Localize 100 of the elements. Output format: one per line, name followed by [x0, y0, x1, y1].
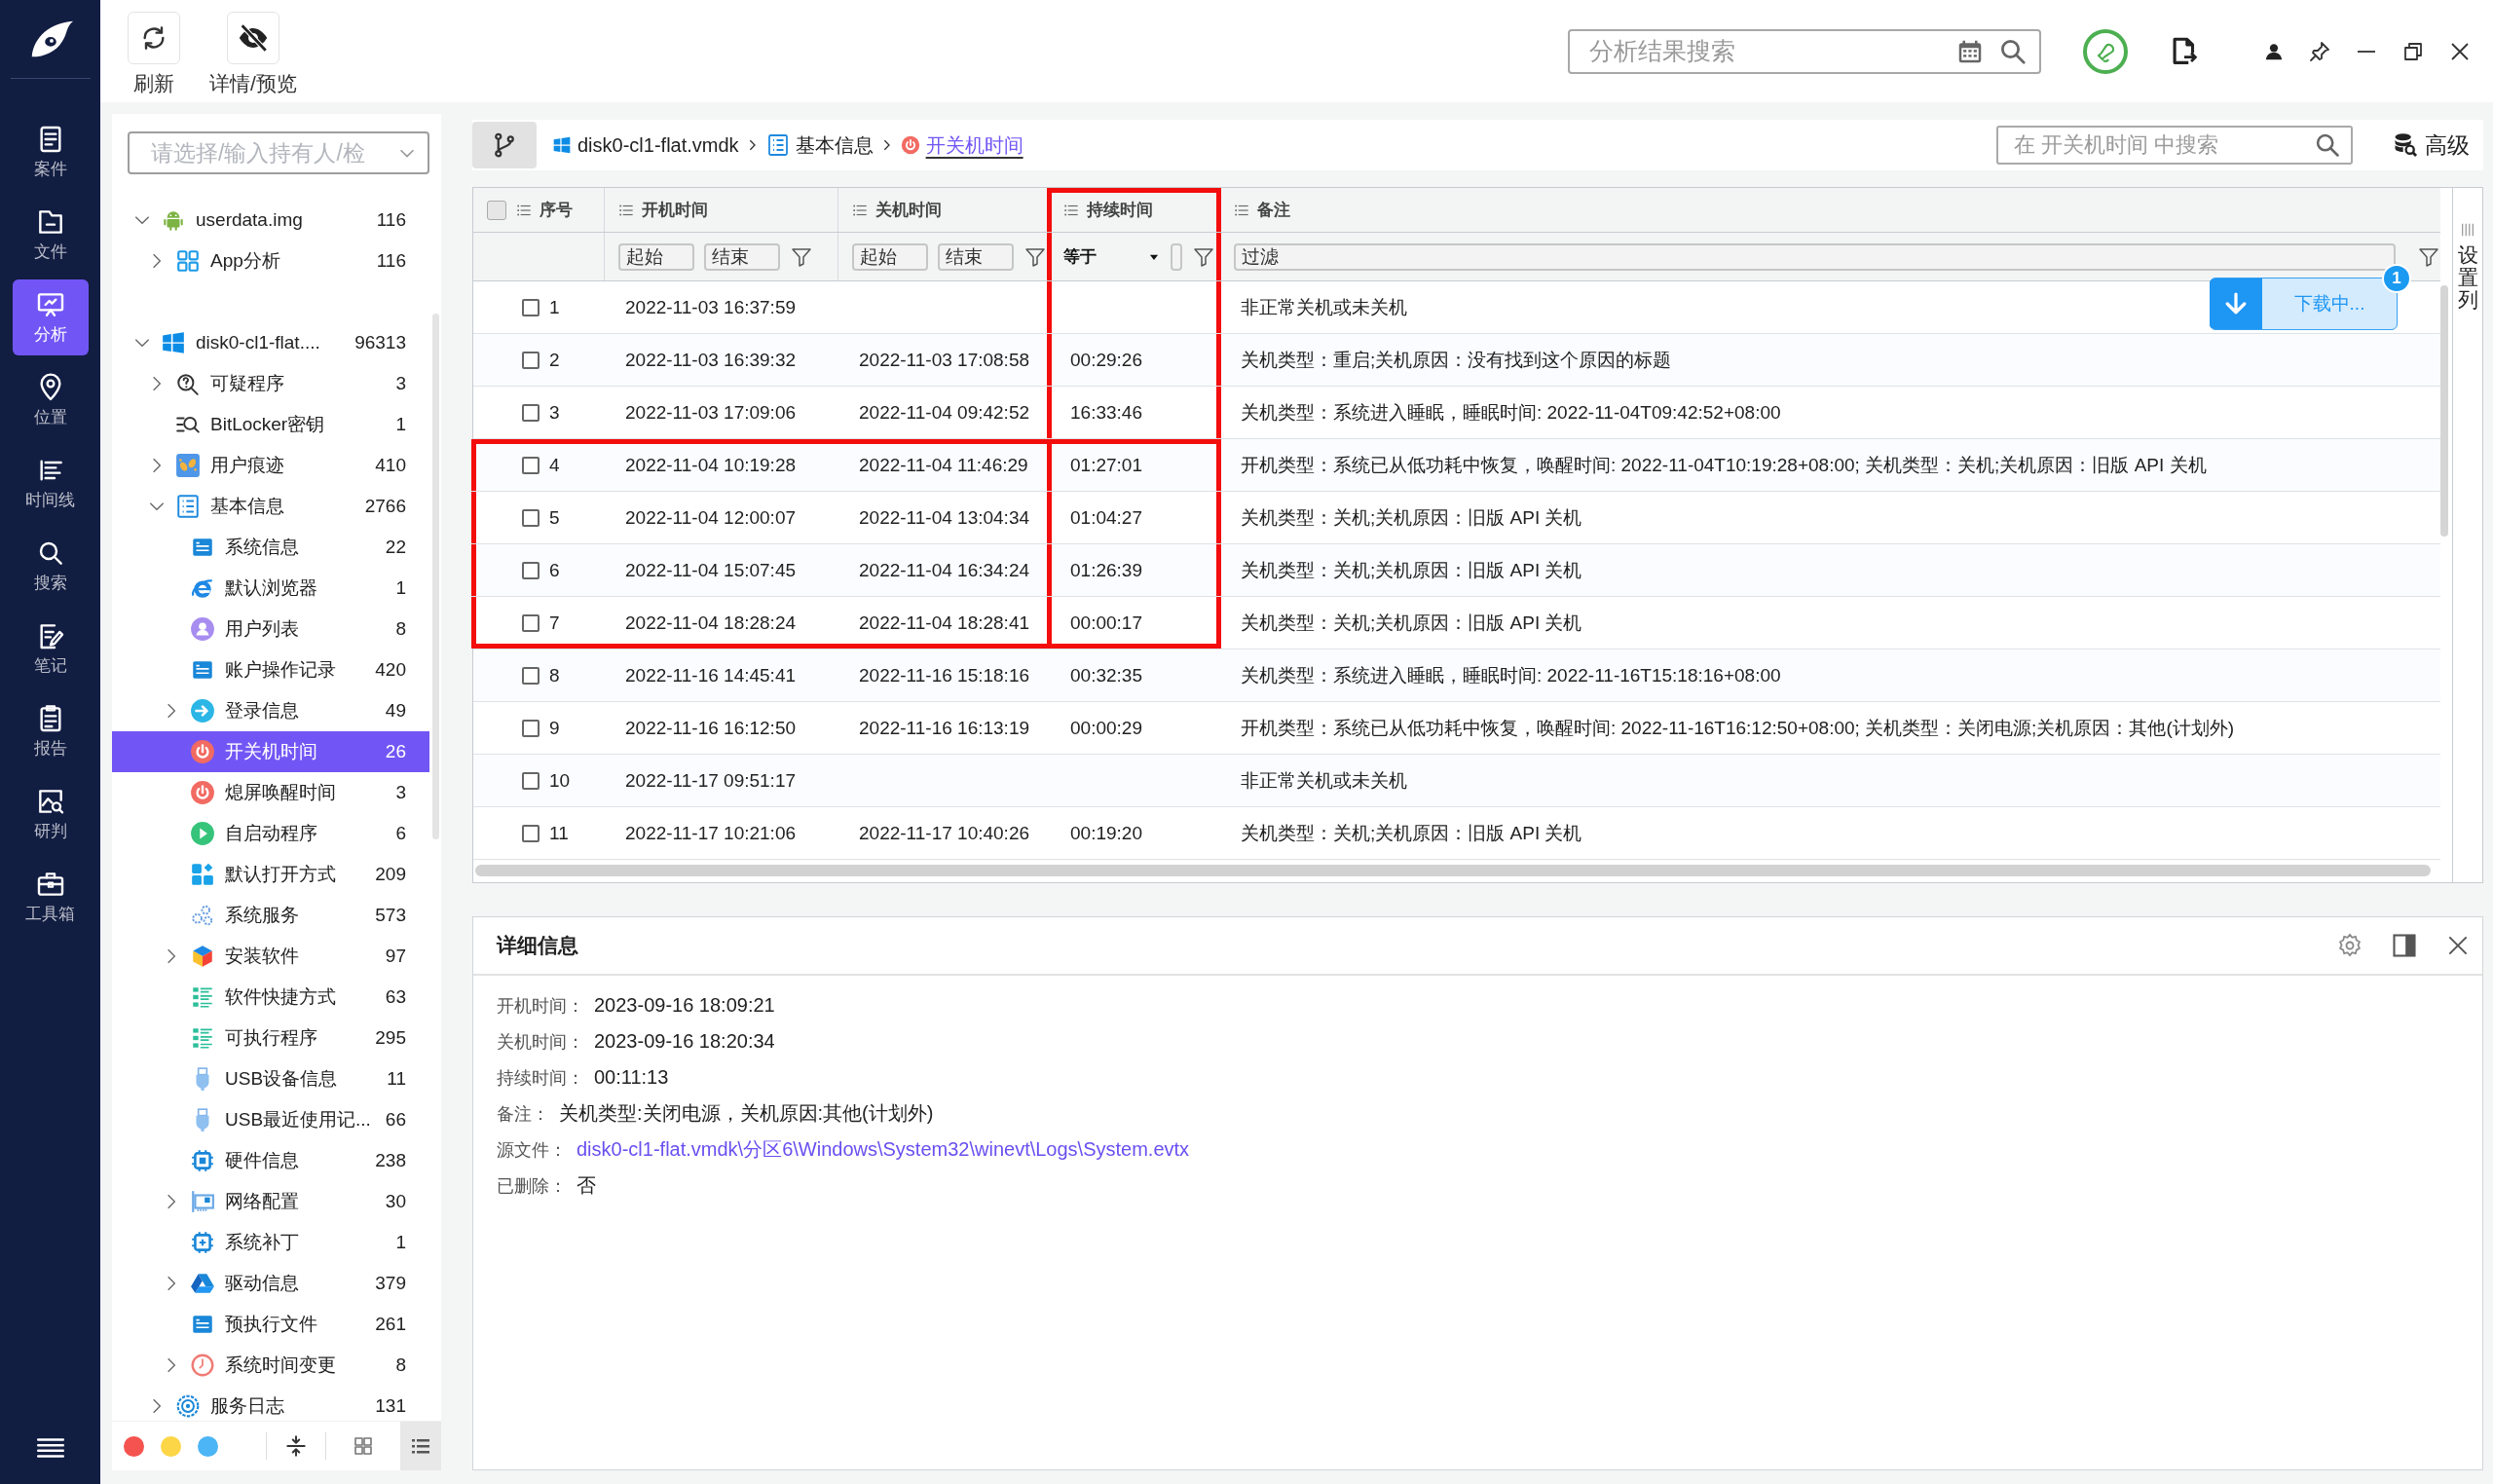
tree-item[interactable]: 服务日志 131 [112, 1386, 429, 1421]
tree-item[interactable]: 基本信息 2766 [112, 486, 429, 527]
column-settings-button[interactable]: 设置列 [2457, 243, 2478, 312]
column-header[interactable]: 持续时间 [1049, 188, 1219, 232]
filter-field[interactable]: 结束 [938, 242, 1014, 271]
column-header[interactable]: 备注 [1219, 188, 2440, 232]
table-row[interactable]: 6 2022-11-04 15:07:45 2022-11-04 16:34:24 01:26:39 关机类型：关机;关机原因：旧版 API 关机 [473, 544, 2440, 597]
branch-button[interactable] [472, 122, 537, 168]
checkbox[interactable] [522, 561, 540, 579]
search-icon[interactable] [2314, 131, 2341, 159]
nav-item[interactable]: 报告 [12, 693, 89, 769]
toolbar-button[interactable]: 详情/预览 [209, 11, 297, 97]
tree-label: 可执行程序 [225, 1026, 318, 1050]
checkbox[interactable] [522, 351, 540, 369]
tree-item[interactable]: 硬件信息 238 [112, 1140, 429, 1181]
tree-item[interactable]: 系统时间变更 8 [112, 1345, 429, 1386]
table-row[interactable]: 2 2022-11-03 16:39:32 2022-11-03 17:08:58 00:29:26 关机类型：重启;关机原因：没有找到这个原因的标题 [473, 334, 2440, 387]
operator-dropdown[interactable]: 等于 [1063, 245, 1161, 268]
checkbox[interactable] [522, 456, 540, 474]
tree-item[interactable]: 用户列表 8 [112, 609, 429, 649]
grip-icon[interactable] [2460, 222, 2475, 238]
color-dot[interactable] [198, 1435, 218, 1457]
nav-item[interactable]: 文件 [12, 197, 89, 273]
owner-select[interactable]: 请选择/输入持有人/检 [128, 131, 429, 174]
breadcrumb-link[interactable]: 开关机时间 [925, 131, 1023, 159]
nav-item[interactable]: 研判 [12, 776, 89, 852]
table-row[interactable]: 7 2022-11-04 18:28:24 2022-11-04 18:28:41 00:00:17 关机类型：关机;关机原因：旧版 API 关机 [473, 597, 2440, 649]
table-row[interactable]: 4 2022-11-04 10:19:28 2022-11-04 11:46:29 01:27:01 开机类型：系统已从低功耗中恢复，唤醒时间: 2022-11-04T10:19:28+08:00; 关机类型：关机;关机原因：旧版 API 关机 [473, 439, 2440, 492]
table-row[interactable]: 3 2022-11-03 17:09:06 2022-11-04 09:42:52 16:33:46 关机类型：系统进入睡眠，睡眠时间: 2022-11-04T09:42:52+08:00 [473, 387, 2440, 439]
breadcrumb-item[interactable]: 基本信息 [795, 131, 874, 159]
color-dot[interactable] [161, 1435, 181, 1457]
table-row[interactable]: 8 2022-11-16 14:45:41 2022-11-16 15:18:16 00:32:35 关机类型：系统进入睡眠，睡眠时间: 2022-11-16T15:18:16+08:00 [473, 649, 2440, 702]
split-panel-icon[interactable] [2391, 932, 2418, 959]
tree-item[interactable]: USB设备信息 11 [112, 1058, 429, 1099]
tree-item[interactable]: 预执行文件 261 [112, 1304, 429, 1345]
tree-item[interactable]: 熄屏唤醒时间 3 [112, 772, 429, 813]
checkbox[interactable] [522, 508, 540, 527]
tree-item[interactable]: 可疑程序 3 [112, 363, 429, 404]
nav-item[interactable]: 时间线 [12, 445, 89, 521]
checkbox[interactable] [487, 200, 506, 220]
column-header[interactable]: 关机时间 [837, 188, 1049, 232]
tree-item[interactable]: userdata.img 116 [112, 200, 429, 241]
nav-item[interactable]: 位置 [12, 362, 89, 438]
tree-item[interactable]: disk0-cl1-flat.... 96313 [112, 322, 429, 363]
tree-item[interactable]: 默认打开方式 209 [112, 854, 429, 895]
cube-icon [190, 944, 215, 969]
tree-item[interactable]: BitLocker密钥 1 [112, 404, 429, 445]
checkbox[interactable] [522, 824, 540, 842]
checkbox[interactable] [522, 298, 540, 316]
tree-item[interactable]: 默认浏览器 1 [112, 568, 429, 609]
filter-field[interactable]: 起始 [618, 242, 694, 271]
color-dot[interactable] [124, 1435, 144, 1457]
bell-icon[interactable] [2082, 27, 2129, 75]
tree-item[interactable]: 驱动信息 379 [112, 1263, 429, 1304]
filter-field[interactable]: 起始 [852, 242, 928, 271]
tree-item[interactable]: 可执行程序 295 [112, 1018, 429, 1058]
tree-item[interactable]: 软件快捷方式 63 [112, 977, 429, 1018]
checkbox[interactable] [522, 771, 540, 790]
search-bar[interactable]: 在 开关机时间 中搜索 [1996, 126, 2353, 165]
search-bar[interactable]: 分析结果搜索 [1568, 28, 2041, 74]
breadcrumb-item[interactable]: disk0-cl1-flat.vmdk [577, 133, 739, 157]
tree-item[interactable]: 自启动程序 6 [112, 813, 429, 854]
column-header[interactable]: 序号 [506, 188, 573, 232]
gear-ring-icon [175, 1393, 201, 1419]
nav-item[interactable]: 搜索 [12, 528, 89, 604]
tree-item[interactable]: App分析 116 [112, 241, 429, 281]
checkbox[interactable] [522, 403, 540, 422]
nav-item[interactable]: 分析 [12, 279, 89, 355]
filter-field[interactable] [1171, 242, 1182, 271]
nav-item[interactable]: 工具箱 [12, 859, 89, 935]
tree-item[interactable]: 开关机时间 26 [112, 731, 429, 772]
tree-item[interactable]: 用户痕迹 410 [112, 445, 429, 486]
tree-item[interactable]: 系统补丁 1 [112, 1222, 429, 1263]
filter-field[interactable]: 结束 [704, 242, 780, 271]
tree-item[interactable]: 系统服务 573 [112, 895, 429, 936]
tree-item[interactable]: 登录信息 49 [112, 690, 429, 731]
tree-item[interactable]: 安装软件 97 [112, 936, 429, 977]
tree-item[interactable]: 网络配置 30 [112, 1181, 429, 1222]
nav-item[interactable]: 案件 [12, 114, 89, 190]
settings-icon[interactable] [2336, 932, 2363, 959]
table-row[interactable]: 5 2022-11-04 12:00:07 2022-11-04 13:04:34 01:04:27 关机类型：关机;关机原因：旧版 API 关机 [473, 492, 2440, 544]
filter-field[interactable]: 过滤 [1234, 242, 2396, 271]
tree-item[interactable]: 账户操作记录 420 [112, 649, 429, 690]
checkbox[interactable] [522, 666, 540, 685]
table-cell: 2022-11-03 17:09:06 [625, 401, 797, 424]
table-cell: 01:26:39 [1070, 559, 1142, 581]
pin-icon[interactable] [2308, 39, 2331, 63]
advanced-button[interactable]: 高级 [2392, 130, 2470, 161]
column-header[interactable]: 开机时间 [604, 188, 837, 232]
tree-item[interactable]: USB最近使用记... 66 [112, 1099, 429, 1140]
checkbox[interactable] [522, 719, 540, 737]
file-path-link[interactable]: disk0-cl1-flat.vmdk\分区6\Windows\System32\winevt\Logs\System.evtx [577, 1136, 1190, 1163]
view-toggle[interactable] [400, 1422, 441, 1470]
search-field[interactable]: 在 开关机时间 中搜索 [2012, 131, 2306, 159]
tree-item[interactable]: 系统信息 22 [112, 527, 429, 568]
table-row[interactable]: 10 2022-11-17 09:51:17 非正常关机或未关机 [473, 755, 2440, 807]
search-field[interactable]: 分析结果搜索 [1587, 36, 1942, 66]
table-cell: 4 [549, 454, 560, 476]
checkbox[interactable] [522, 613, 540, 632]
nav-item[interactable]: 笔记 [12, 611, 89, 686]
